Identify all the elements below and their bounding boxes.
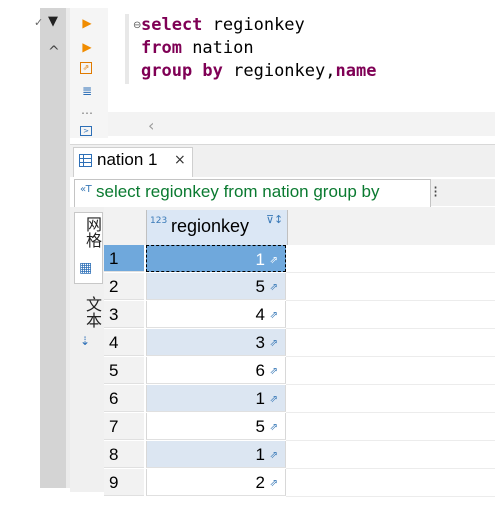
table-cell[interactable]: 3 ⇗ [146,329,286,356]
close-icon[interactable]: × [174,152,186,168]
row-number[interactable]: 5 [104,357,144,384]
editor-hscroll[interactable] [108,112,495,136]
sql-keyword: group by [141,61,223,81]
grid-icon: ▦ [79,260,93,276]
row-filler [286,301,495,329]
cell-value: 1 [255,250,265,269]
link-icon[interactable]: ⇗ [270,358,278,385]
cell-value: 3 [255,333,265,352]
left-gutter [40,8,66,488]
table-cell[interactable]: 1 ⇗ [146,385,286,412]
sql-identifier: regionkey, [222,61,336,81]
cell-value: 1 [255,389,265,408]
row-filler [286,329,495,357]
row-filler [286,469,495,497]
sql-identifier: nation [181,38,254,58]
format-icon[interactable]: ≣ [80,84,94,98]
sort-filter-icon[interactable]: ⊽↕ [266,213,283,226]
row-filler [286,357,495,385]
numeric-type-badge: 123 [150,216,168,226]
table-cell[interactable]: 1 ⇗ [146,245,286,272]
table-icon [79,154,92,167]
row-filler [286,413,495,441]
table-cell[interactable]: 4 ⇗ [146,301,286,328]
code-line: group by regionkey,name [141,60,376,83]
filter-text: select regionkey from nation group by [96,182,380,201]
link-icon[interactable]: ⇗ [270,302,278,329]
filter-icon: «T [80,184,92,195]
cell-value: 5 [255,417,265,436]
row-number[interactable]: 4 [104,329,144,356]
sql-keyword: from [141,38,182,58]
cell-value: 2 [255,473,265,492]
more-icon[interactable]: ⋯ [80,106,94,120]
row-number[interactable]: 1 [104,245,144,272]
row-number[interactable]: 6 [104,385,144,412]
filter-history-icon[interactable]: ⁝ [433,182,438,201]
row-filler [286,385,495,413]
code-line: select regionkey [141,14,305,37]
grid-view-label: 网格 [83,216,102,248]
cell-value: 5 [255,277,265,296]
row-filler [286,273,495,301]
text-view-label[interactable]: 文本 [80,296,104,328]
chevron-up-icon[interactable]: ^ [48,44,60,60]
sql-keyword: name [335,61,377,81]
link-icon[interactable]: ⇗ [270,442,278,469]
export-icon[interactable]: ⇗ [80,62,92,74]
sql-keyword: select [141,15,203,35]
row-filler [286,245,495,273]
editor-toolbar: ▶ ▶ ⇗ ≣ ⋯ > [70,8,108,138]
row-number[interactable]: 7 [104,413,144,440]
row-number[interactable]: 8 [104,441,144,468]
row-number[interactable]: 9 [104,469,144,496]
table-cell[interactable]: 5 ⇗ [146,413,286,440]
table-cell[interactable]: 5 ⇗ [146,273,286,300]
code-line: from nation [141,37,254,60]
filter-history[interactable] [430,179,495,206]
run-script-icon[interactable]: ▶ [80,40,94,54]
cell-value: 1 [255,445,265,464]
row-filler [286,441,495,469]
row-number[interactable]: 3 [104,301,144,328]
row-number[interactable]: 2 [104,273,144,300]
cell-value: 4 [255,305,265,324]
link-icon[interactable]: ⇗ [270,470,278,497]
link-icon[interactable]: ⇗ [270,274,278,301]
console-icon[interactable]: > [80,126,92,136]
editor-line-marker [125,14,129,84]
scroll-left-icon[interactable]: ‹ [148,116,154,135]
checkmark-icon: ✓ [34,16,44,29]
run-icon[interactable]: ▶ [80,16,94,30]
link-icon[interactable]: ⇗ [270,386,278,413]
sql-identifier: regionkey [202,15,305,35]
cell-value: 6 [255,361,265,380]
text-view-icon[interactable]: ⇣ [80,334,90,348]
chevron-down-icon[interactable]: ▼ [48,14,58,29]
table-cell[interactable]: 2 ⇗ [146,469,286,496]
link-icon[interactable]: ⇗ [270,247,278,274]
table-cell[interactable]: 1 ⇗ [146,441,286,468]
link-icon[interactable]: ⇗ [270,330,278,357]
table-cell[interactable]: 6 ⇗ [146,357,286,384]
link-icon[interactable]: ⇗ [270,414,278,441]
tab-label: nation 1 [97,150,158,169]
column-name: regionkey [171,216,250,236]
